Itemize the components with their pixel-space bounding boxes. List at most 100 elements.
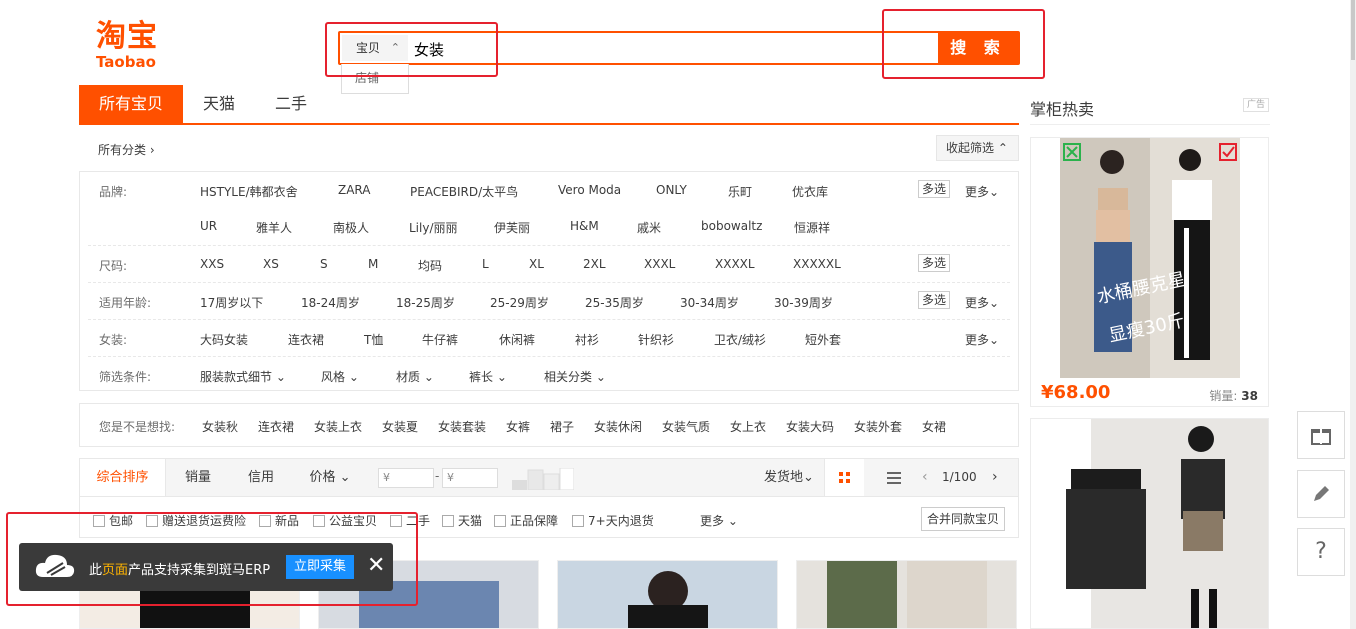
filter-option[interactable]: UR: [200, 219, 217, 233]
filter-option[interactable]: 2XL: [583, 257, 606, 271]
related-link[interactable]: 女装外套: [854, 418, 902, 435]
filter-option[interactable]: XS: [263, 257, 279, 271]
filter-option[interactable]: 针织衫: [638, 331, 674, 348]
filter-option[interactable]: 休闲裤: [499, 331, 535, 348]
filter-option[interactable]: XXXXXL: [793, 257, 841, 271]
product-image[interactable]: [557, 560, 778, 629]
price-max-input[interactable]: ¥: [442, 468, 498, 488]
filter-dropdown[interactable]: 相关分类 ⌄: [544, 368, 606, 385]
tab-secondhand[interactable]: 二手: [259, 85, 323, 123]
filter-option[interactable]: XXXL: [644, 257, 675, 271]
filter-option[interactable]: 南极人: [333, 219, 369, 236]
edit-icon[interactable]: [1297, 470, 1345, 518]
ship-from-dropdown[interactable]: 发货地⌄: [756, 459, 822, 496]
filter-option[interactable]: ZARA: [338, 183, 371, 197]
hot-product-image[interactable]: [1031, 419, 1269, 629]
gift-icon[interactable]: [1297, 411, 1345, 459]
filter-option[interactable]: 短外套: [805, 331, 841, 348]
filter-option[interactable]: XXXXL: [715, 257, 755, 271]
filter-option[interactable]: 乐町: [728, 183, 752, 200]
filter-option[interactable]: 优衣库: [792, 183, 828, 200]
sort-sales[interactable]: 销量: [166, 459, 230, 496]
more-options-button[interactable]: 更多 ⌄: [700, 512, 738, 529]
grid-view-icon[interactable]: [824, 459, 864, 496]
related-link[interactable]: 女装夏: [382, 418, 418, 435]
filter-option[interactable]: 25-29周岁: [490, 294, 549, 311]
filter-option[interactable]: 18-24周岁: [301, 294, 360, 311]
option-checkbox[interactable]: 天猫: [442, 512, 482, 529]
option-checkbox[interactable]: 7+天内退货: [572, 512, 654, 529]
multi-select-button[interactable]: 多选: [918, 291, 950, 309]
product-image[interactable]: [796, 560, 1017, 629]
related-link[interactable]: 连衣裙: [258, 418, 294, 435]
more-button[interactable]: 更多⌄: [965, 294, 999, 311]
related-link[interactable]: 女装大码: [786, 418, 834, 435]
hot-product-card[interactable]: [1030, 418, 1269, 629]
sort-credit[interactable]: 信用: [230, 459, 292, 496]
related-link[interactable]: 女装套装: [438, 418, 486, 435]
all-categories-link[interactable]: 所有分类 ›: [98, 141, 155, 158]
prev-page-icon[interactable]: ‹: [922, 469, 928, 485]
filter-option[interactable]: 卫衣/绒衫: [714, 331, 766, 348]
filter-option[interactable]: 18-25周岁: [396, 294, 455, 311]
sort-price[interactable]: 价格 ⌄: [292, 459, 368, 496]
related-link[interactable]: 女装上衣: [314, 418, 362, 435]
related-link[interactable]: 女裤: [506, 418, 530, 435]
filter-option[interactable]: Vero Moda: [558, 183, 621, 197]
filter-option[interactable]: ONLY: [656, 183, 687, 197]
filter-option[interactable]: XL: [529, 257, 544, 271]
filter-option[interactable]: Lily/丽丽: [409, 219, 458, 236]
related-link[interactable]: 女装秋: [202, 418, 238, 435]
sort-default[interactable]: 综合排序: [80, 459, 166, 496]
multi-select-button[interactable]: 多选: [918, 254, 950, 272]
related-link[interactable]: 女装气质: [662, 418, 710, 435]
scrollbar-thumb[interactable]: [1351, 0, 1355, 60]
filter-dropdown[interactable]: 风格 ⌄: [321, 368, 359, 385]
option-checkbox[interactable]: 正品保障: [494, 512, 558, 529]
hot-product-image[interactable]: 水桶腰克星 显瘦30斤: [1060, 138, 1240, 378]
tab-all[interactable]: 所有宝贝: [79, 85, 183, 123]
related-link[interactable]: 裙子: [550, 418, 574, 435]
help-icon[interactable]: ?: [1297, 528, 1345, 576]
hot-product-card[interactable]: 水桶腰克星 显瘦30斤 ¥68.00 销量: 38: [1030, 137, 1269, 407]
filter-option[interactable]: H&M: [570, 219, 599, 233]
close-icon[interactable]: ✕: [367, 553, 385, 579]
filter-option[interactable]: M: [368, 257, 378, 271]
filter-option[interactable]: L: [482, 257, 489, 271]
collapse-filter-button[interactable]: 收起筛选 ⌃: [936, 135, 1019, 161]
filter-dropdown[interactable]: 服装款式细节 ⌄: [200, 368, 286, 385]
filter-option[interactable]: XXS: [200, 257, 224, 271]
filter-option[interactable]: 30-34周岁: [680, 294, 739, 311]
filter-option[interactable]: S: [320, 257, 328, 271]
merge-same-button[interactable]: 合并同款宝贝: [921, 507, 1005, 531]
next-page-icon[interactable]: ›: [992, 469, 998, 485]
filter-option[interactable]: 伊芙丽: [494, 219, 530, 236]
related-link[interactable]: 女裙: [922, 418, 946, 435]
filter-option[interactable]: HSTYLE/韩都衣舍: [200, 183, 298, 200]
multi-select-button[interactable]: 多选: [918, 180, 950, 198]
filter-option[interactable]: 衬衫: [575, 331, 599, 348]
filter-dropdown[interactable]: 裤长 ⌄: [469, 368, 507, 385]
filter-option[interactable]: 雅羊人: [256, 219, 292, 236]
filter-option[interactable]: 均码: [418, 257, 442, 274]
filter-option[interactable]: 大码女装: [200, 331, 248, 348]
filter-option[interactable]: 25-35周岁: [585, 294, 644, 311]
filter-dropdown[interactable]: 材质 ⌄: [396, 368, 434, 385]
more-button[interactable]: 更多⌄: [965, 331, 999, 348]
related-link[interactable]: 女装休闲: [594, 418, 642, 435]
list-view-icon[interactable]: [876, 459, 912, 496]
taobao-logo[interactable]: 淘宝 Taobao: [96, 22, 176, 71]
filter-option[interactable]: 恒源祥: [794, 219, 830, 236]
filter-option[interactable]: 戚米: [637, 219, 661, 236]
more-button[interactable]: 更多⌄: [965, 183, 999, 200]
filter-option[interactable]: 连衣裙: [288, 331, 324, 348]
tab-tmall[interactable]: 天猫: [183, 85, 255, 123]
related-link[interactable]: 女上衣: [730, 418, 766, 435]
price-distribution-icon[interactable]: [512, 467, 575, 491]
filter-option[interactable]: T恤: [364, 331, 383, 348]
filter-option[interactable]: 17周岁以下: [200, 294, 263, 311]
filter-option[interactable]: bobowaltz: [701, 219, 762, 233]
collect-now-button[interactable]: 立即采集: [286, 555, 354, 579]
filter-option[interactable]: 牛仔裤: [422, 331, 458, 348]
price-min-input[interactable]: ¥: [378, 468, 434, 488]
